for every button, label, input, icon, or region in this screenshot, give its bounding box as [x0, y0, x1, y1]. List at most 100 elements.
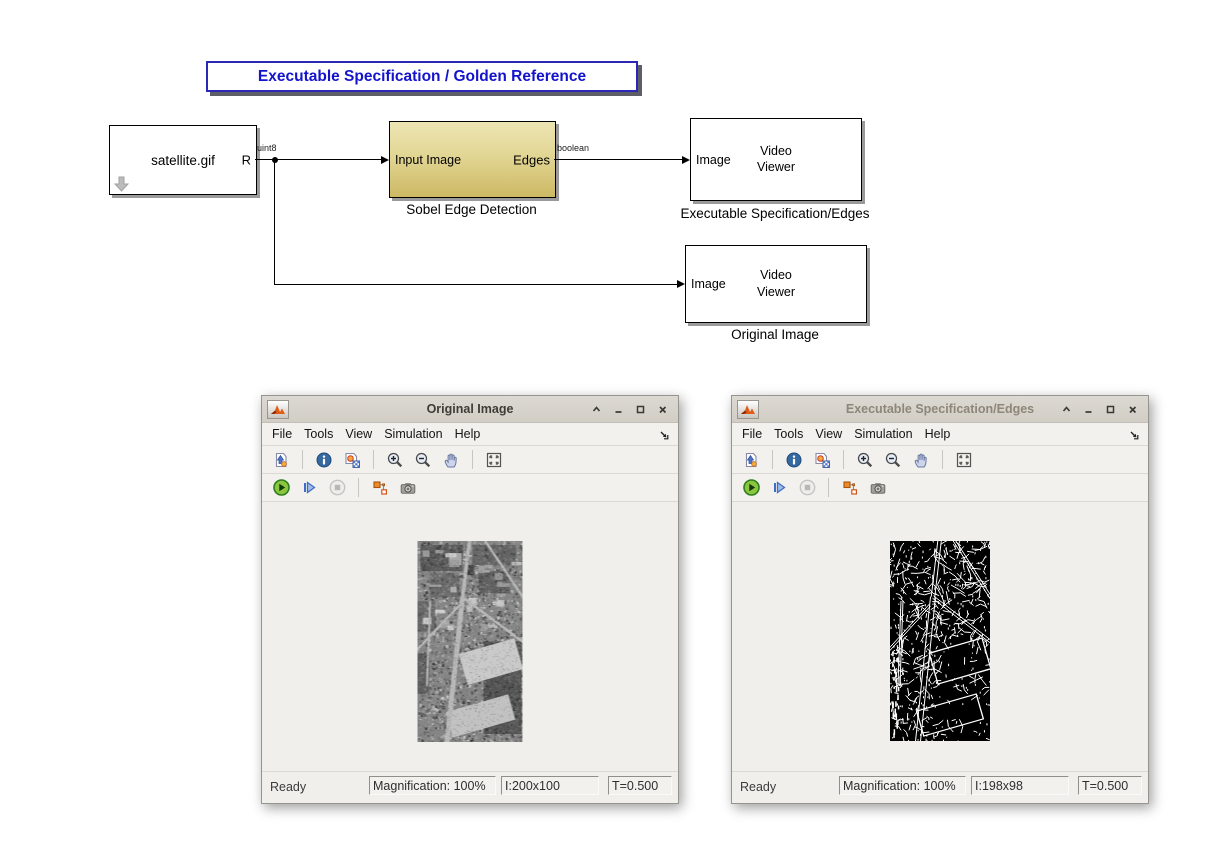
run-icon[interactable] [740, 477, 762, 499]
signal-line-sobel-to-edges-viewer[interactable] [554, 159, 682, 160]
collapse-icon[interactable] [590, 403, 603, 416]
dock-icon[interactable] [1129, 428, 1140, 446]
block-video-viewer-original[interactable]: Image Video Viewer [685, 245, 867, 323]
menu-help[interactable]: Help [925, 427, 951, 441]
zoom-in-icon[interactable] [854, 449, 876, 471]
pixel-region-icon[interactable] [811, 449, 833, 471]
block-video-viewer-edges[interactable]: Image Video Viewer [690, 118, 862, 201]
status-ready: Ready [270, 780, 306, 794]
menu-file[interactable]: File [272, 427, 292, 441]
signal-type-label-boolean: boolean [557, 143, 589, 153]
annotation-title-box[interactable]: Executable Specification / Golden Refere… [206, 61, 638, 92]
signal-line-to-original-viewer[interactable] [274, 284, 677, 285]
status-magnification: Magnification: 100% [369, 776, 496, 795]
status-frame-size: I:198x98 [971, 776, 1069, 795]
snapshot-camera-icon[interactable] [867, 477, 889, 499]
menubar-edges: File Tools View Simulation Help [732, 423, 1148, 446]
playback-toolbar-edges [732, 474, 1148, 502]
maintain-fit-to-window-icon[interactable] [483, 449, 505, 471]
menu-view[interactable]: View [815, 427, 842, 441]
maximize-icon[interactable] [634, 403, 647, 416]
status-ready: Ready [740, 780, 776, 794]
playback-toolbar-original [262, 474, 678, 502]
toolbar-separator [302, 450, 303, 469]
port-label-input-image: Input Image [395, 153, 461, 167]
menubar-original: File Tools View Simulation Help [262, 423, 678, 446]
video-information-icon[interactable] [783, 449, 805, 471]
highlight-simulink-block-icon[interactable] [369, 477, 391, 499]
status-sim-time: T=0.500 [608, 776, 672, 795]
annotation-title-text: Executable Specification / Golden Refere… [258, 68, 586, 86]
toolbar-separator [942, 450, 943, 469]
signal-type-label-uint8: uint8 [257, 143, 277, 153]
snapshot-camera-icon[interactable] [397, 477, 419, 499]
highlight-simulink-block-icon[interactable] [839, 477, 861, 499]
stop-icon[interactable] [796, 477, 818, 499]
video-information-icon[interactable] [313, 449, 335, 471]
menu-tools[interactable]: Tools [774, 427, 803, 441]
toolbar-separator [373, 450, 374, 469]
zoom-in-icon[interactable] [384, 449, 406, 471]
block-satellite-name: satellite.gif [110, 126, 256, 194]
toolbar-separator [472, 450, 473, 469]
export-figure-icon[interactable] [740, 449, 762, 471]
menu-help[interactable]: Help [455, 427, 481, 441]
status-magnification: Magnification: 100% [839, 776, 966, 795]
minimize-icon[interactable] [612, 403, 625, 416]
block-label-viewer-original: Original Image [685, 327, 865, 342]
gray-down-arrow-icon [114, 176, 129, 192]
viewer-toolbar-original [262, 446, 678, 474]
block-video-viewer-edges-text: Video Viewer [691, 143, 861, 177]
step-forward-icon[interactable] [298, 477, 320, 499]
pixel-region-icon[interactable] [341, 449, 363, 471]
toolbar-separator [828, 478, 829, 497]
port-label-edges: Edges [513, 152, 550, 167]
close-icon[interactable] [1126, 403, 1139, 416]
zoom-out-icon[interactable] [412, 449, 434, 471]
menu-tools[interactable]: Tools [304, 427, 333, 441]
titlebar-original[interactable]: Original Image [262, 396, 678, 423]
window-edges: Executable Specification/Edges File Tool… [731, 395, 1149, 804]
block-video-viewer-original-text: Video Viewer [686, 267, 866, 301]
port-label-r: R [242, 153, 251, 168]
toolbar-separator [843, 450, 844, 469]
signal-line-branch-vertical[interactable] [274, 160, 275, 284]
menu-file[interactable]: File [742, 427, 762, 441]
stop-icon[interactable] [326, 477, 348, 499]
arrowhead-sobel-input [381, 156, 389, 164]
block-satellite-source[interactable]: satellite.gif R [109, 125, 257, 195]
arrowhead-edges-viewer-input [682, 156, 690, 164]
arrowhead-original-viewer-input [677, 280, 685, 288]
block-sobel-edge-detection[interactable]: Input Image Edges [389, 121, 556, 198]
step-forward-icon[interactable] [768, 477, 790, 499]
collapse-icon[interactable] [1060, 403, 1073, 416]
window-original-image: Original Image File Tools View Simulatio… [261, 395, 679, 804]
status-sim-time: T=0.500 [1078, 776, 1142, 795]
maintain-fit-to-window-icon[interactable] [953, 449, 975, 471]
pan-icon[interactable] [440, 449, 462, 471]
video-frame-edges-image [890, 541, 990, 741]
viewer-display-area-original [262, 502, 678, 771]
titlebar-edges[interactable]: Executable Specification/Edges [732, 396, 1148, 423]
dock-icon[interactable] [659, 428, 670, 446]
statusbar-edges: Ready Magnification: 100% I:198x98 T=0.5… [732, 771, 1148, 803]
menu-simulation[interactable]: Simulation [384, 427, 442, 441]
zoom-out-icon[interactable] [882, 449, 904, 471]
block-label-viewer-edges: Executable Specification/Edges [625, 206, 925, 221]
viewer-toolbar-edges [732, 446, 1148, 474]
toolbar-separator [358, 478, 359, 497]
export-figure-icon[interactable] [270, 449, 292, 471]
pan-icon[interactable] [910, 449, 932, 471]
maximize-icon[interactable] [1104, 403, 1117, 416]
toolbar-separator [772, 450, 773, 469]
status-frame-size: I:200x100 [501, 776, 599, 795]
menu-view[interactable]: View [345, 427, 372, 441]
menu-simulation[interactable]: Simulation [854, 427, 912, 441]
minimize-icon[interactable] [1082, 403, 1095, 416]
statusbar-original: Ready Magnification: 100% I:200x100 T=0.… [262, 771, 678, 803]
run-icon[interactable] [270, 477, 292, 499]
close-icon[interactable] [656, 403, 669, 416]
block-label-sobel: Sobel Edge Detection [389, 202, 554, 217]
viewer-display-area-edges [732, 502, 1148, 771]
video-frame-original-image [418, 541, 523, 742]
